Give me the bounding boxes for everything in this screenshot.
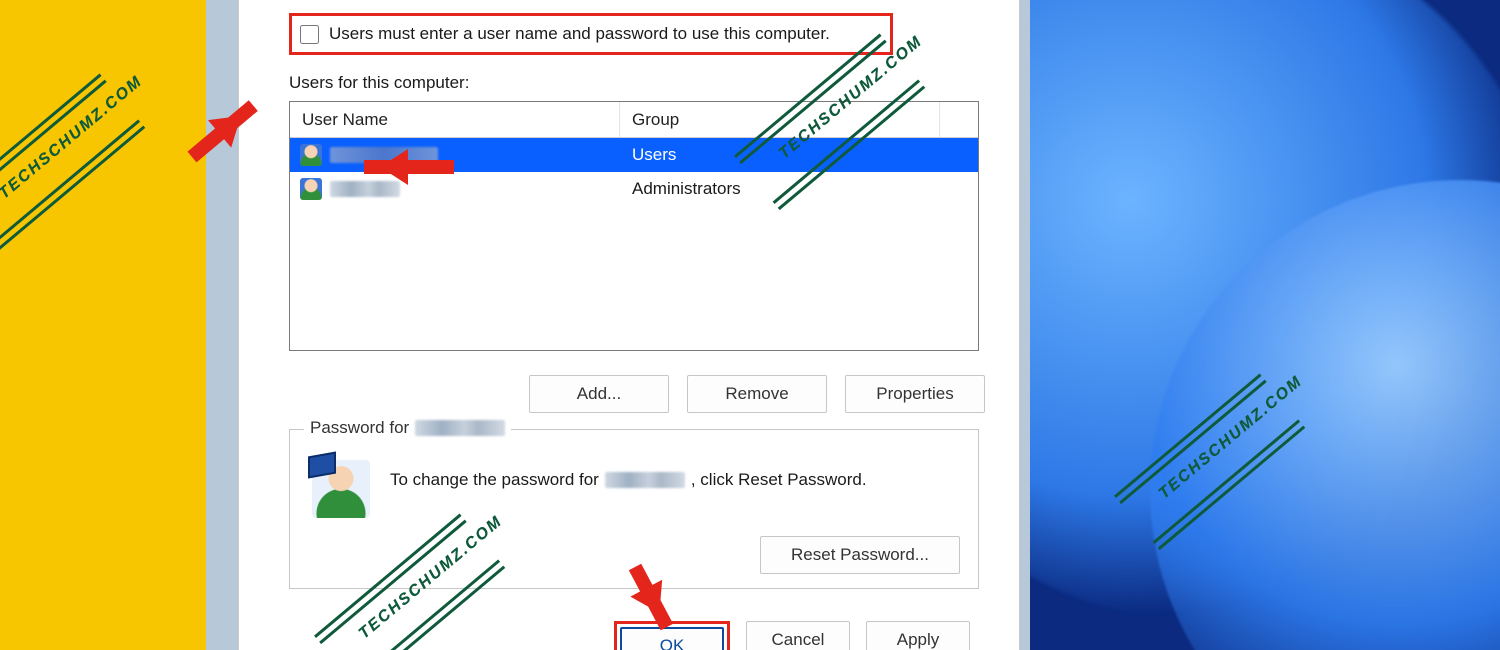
group-cell: Users: [620, 145, 940, 165]
col-header-username[interactable]: User Name: [290, 102, 620, 137]
password-instruction-post: , click Reset Password.: [691, 470, 867, 490]
reset-password-button[interactable]: Reset Password...: [760, 536, 960, 574]
user-icon: [300, 144, 322, 166]
users-for-computer-label: Users for this computer:: [289, 73, 469, 93]
password-instruction: To change the password for , click Reset…: [390, 470, 867, 490]
remove-button[interactable]: Remove: [687, 375, 827, 413]
users-button-bar: Add... Remove Properties: [529, 375, 985, 413]
cancel-button[interactable]: Cancel: [746, 621, 850, 650]
password-groupbox: Password for To change the password for …: [289, 429, 979, 589]
username-redacted: [605, 472, 685, 488]
require-password-label: Users must enter a user name and passwor…: [329, 24, 830, 44]
apply-button[interactable]: Apply: [866, 621, 970, 650]
username-redacted: [415, 420, 505, 436]
require-password-row[interactable]: Users must enter a user name and passwor…: [289, 13, 893, 55]
password-legend-text: Password for: [310, 418, 409, 438]
col-header-group[interactable]: Group: [620, 102, 940, 137]
windows-wallpaper: [1030, 0, 1500, 650]
users-list-header: User Name Group: [290, 102, 978, 138]
annotation-arrow: [364, 160, 454, 174]
user-accounts-dialog: Users must enter a user name and passwor…: [238, 0, 1020, 650]
password-instruction-pre: To change the password for: [390, 470, 599, 490]
add-button[interactable]: Add...: [529, 375, 669, 413]
properties-button[interactable]: Properties: [845, 375, 985, 413]
users-listbox[interactable]: User Name Group Users Administrators: [289, 101, 979, 351]
ok-button[interactable]: OK: [620, 627, 724, 650]
require-password-checkbox[interactable]: [300, 25, 319, 44]
password-groupbox-legend: Password for: [304, 418, 511, 438]
user-avatar-icon: [312, 460, 370, 518]
user-icon: [300, 178, 322, 200]
group-cell: Administrators: [620, 179, 940, 199]
page-bg-left: [0, 0, 198, 650]
